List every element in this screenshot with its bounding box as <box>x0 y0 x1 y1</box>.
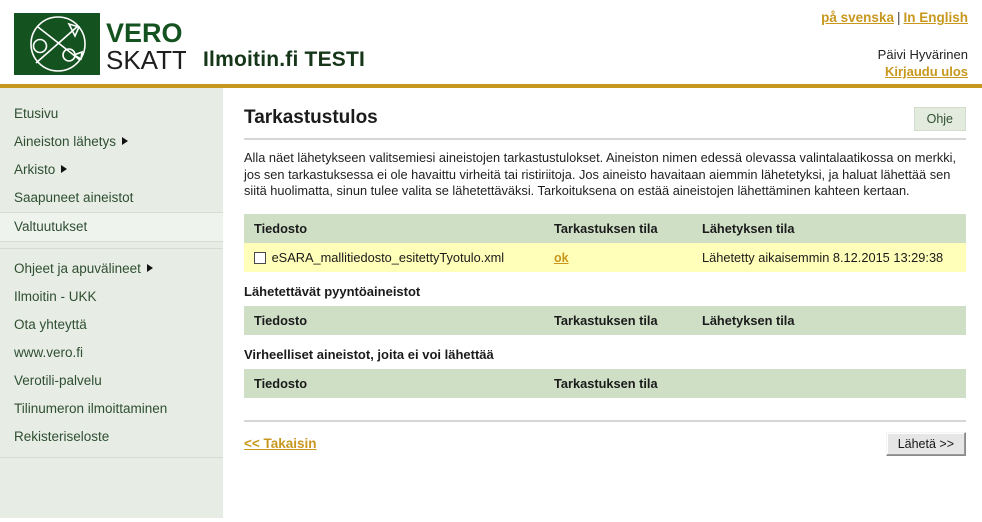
user-info: Päivi Hyvärinen Kirjaudu ulos <box>878 46 968 80</box>
results-table: Tiedosto Tarkastuksen tila Lähetyksen ti… <box>244 213 966 272</box>
sidebar-item-valtuutukset[interactable]: Valtuutukset <box>0 212 223 242</box>
sidebar-item-saapuneet-aineistot[interactable]: Saapuneet aineistot <box>0 184 223 212</box>
table-header-row: Tiedosto Tarkastuksen tila <box>244 368 966 398</box>
language-link-swedish[interactable]: på svenska <box>821 10 894 25</box>
sidebar-item-label: Ota yhteyttä <box>14 317 87 332</box>
requests-table: Tiedosto Tarkastuksen tila Lähetyksen ti… <box>244 305 966 335</box>
sidebar-divider <box>0 248 223 249</box>
sidebar-item-label: Rekisteriseloste <box>14 429 110 444</box>
page-title: Tarkastustulos <box>244 107 378 128</box>
column-header-file: Tiedosto <box>244 368 544 398</box>
column-header-check-status: Tarkastuksen tila <box>544 305 692 335</box>
section-title-errors: Virheelliset aineistot, joita ei voi läh… <box>244 346 494 362</box>
site-header: VERO SKATT Ilmoitin.fi TESTI på svenska |… <box>0 0 982 88</box>
back-link[interactable]: << Takaisin <box>244 436 317 451</box>
main-content: Tarkastustulos Ohje Alla näet lähetyksee… <box>224 88 982 518</box>
send-button[interactable]: Lähetä >> <box>885 431 966 456</box>
page-body: Etusivu Aineiston lähetys Arkisto Saapun… <box>0 88 982 518</box>
chevron-right-icon <box>122 137 129 145</box>
chevron-right-icon <box>146 264 153 272</box>
sidebar-item-label: Ilmoitin - UKK <box>14 289 97 304</box>
footer-divider <box>244 419 966 422</box>
language-switcher: på svenska | In English <box>821 10 968 25</box>
page-title-row: Tarkastustulos Ohje <box>244 106 966 131</box>
sidebar-item-ota-yhteytta[interactable]: Ota yhteyttä <box>0 311 223 339</box>
section-title-requests: Lähetettävät pyyntöaineistot <box>244 283 421 299</box>
app-root: VERO SKATT Ilmoitin.fi TESTI på svenska |… <box>0 0 982 522</box>
check-status-link[interactable]: ok <box>554 251 569 265</box>
file-select-checkbox[interactable] <box>254 251 266 264</box>
sidebar-item-ilmoitin-ukk[interactable]: Ilmoitin - UKK <box>0 283 223 311</box>
logo-icon: VERO SKATT <box>14 13 186 75</box>
column-header-send-status: Lähetyksen tila <box>692 213 966 243</box>
vero-skatt-logo[interactable]: VERO SKATT <box>14 13 186 75</box>
sidebar-item-label: Aineiston lähetys <box>14 134 117 149</box>
sidebar-item-label: www.vero.fi <box>14 345 84 360</box>
sidebar-item-tilinumeron-ilmoittaminen[interactable]: Tilinumeron ilmoittaminen <box>0 395 223 423</box>
table-row: eSARA_mallitiedosto_esitettyTyotulo.xml … <box>244 242 966 272</box>
sidebar-item-rekisteriseloste[interactable]: Rekisteriseloste <box>0 423 223 451</box>
cell-file: eSARA_mallitiedosto_esitettyTyotulo.xml <box>244 242 544 272</box>
title-divider <box>244 138 966 140</box>
logout-link[interactable]: Kirjaudu ulos <box>878 63 968 80</box>
sidebar-item-label: Tilinumeron ilmoittaminen <box>14 401 168 416</box>
sidebar-item-verotili-palvelu[interactable]: Verotili-palvelu <box>0 367 223 395</box>
sidebar-item-www-vero-fi[interactable]: www.vero.fi <box>0 339 223 367</box>
errors-table: Tiedosto Tarkastuksen tila <box>244 368 966 398</box>
language-link-english[interactable]: In English <box>903 10 968 25</box>
sidebar-item-label: Verotili-palvelu <box>14 373 102 388</box>
intro-text: Alla näet lähetykseen valitsemiesi ainei… <box>244 150 957 198</box>
sidebar-item-label: Valtuutukset <box>14 219 88 234</box>
column-header-file: Tiedosto <box>244 305 544 335</box>
sidebar-item-ohjeet-ja-apuvalineet[interactable]: Ohjeet ja apuvälineet <box>0 255 223 283</box>
cell-check-status: ok <box>544 242 692 272</box>
column-header-check-status: Tarkastuksen tila <box>544 368 966 398</box>
sidebar-item-etusivu[interactable]: Etusivu <box>0 100 223 128</box>
svg-text:SKATT: SKATT <box>106 45 186 75</box>
sidebar-divider-bottom <box>0 457 223 458</box>
sidebar-nav: Etusivu Aineiston lähetys Arkisto Saapun… <box>0 88 224 518</box>
user-name: Päivi Hyvärinen <box>877 47 968 62</box>
sidebar-item-label: Saapuneet aineistot <box>14 190 134 205</box>
footer-actions: << Takaisin Lähetä >> <box>244 431 966 456</box>
app-title: Ilmoitin.fi TESTI <box>203 48 366 71</box>
cell-send-status: Lähetetty aikaisemmin 8.12.2015 13:29:38 <box>692 242 966 272</box>
help-button[interactable]: Ohje <box>913 107 966 131</box>
column-header-send-status: Lähetyksen tila <box>692 305 966 335</box>
sidebar-item-label: Ohjeet ja apuvälineet <box>14 261 141 276</box>
svg-text:VERO: VERO <box>106 18 183 48</box>
table-header-row: Tiedosto Tarkastuksen tila Lähetyksen ti… <box>244 305 966 335</box>
sidebar-item-label: Arkisto <box>14 162 56 177</box>
table-header-row: Tiedosto Tarkastuksen tila Lähetyksen ti… <box>244 213 966 243</box>
column-header-file: Tiedosto <box>244 213 544 243</box>
column-header-check-status: Tarkastuksen tila <box>544 213 692 243</box>
file-name: eSARA_mallitiedosto_esitettyTyotulo.xml <box>271 249 505 265</box>
sidebar-item-label: Etusivu <box>14 106 59 121</box>
sidebar-item-arkisto[interactable]: Arkisto <box>0 156 223 184</box>
chevron-right-icon <box>61 165 68 173</box>
sidebar-item-aineiston-lahetys[interactable]: Aineiston lähetys <box>0 128 223 156</box>
